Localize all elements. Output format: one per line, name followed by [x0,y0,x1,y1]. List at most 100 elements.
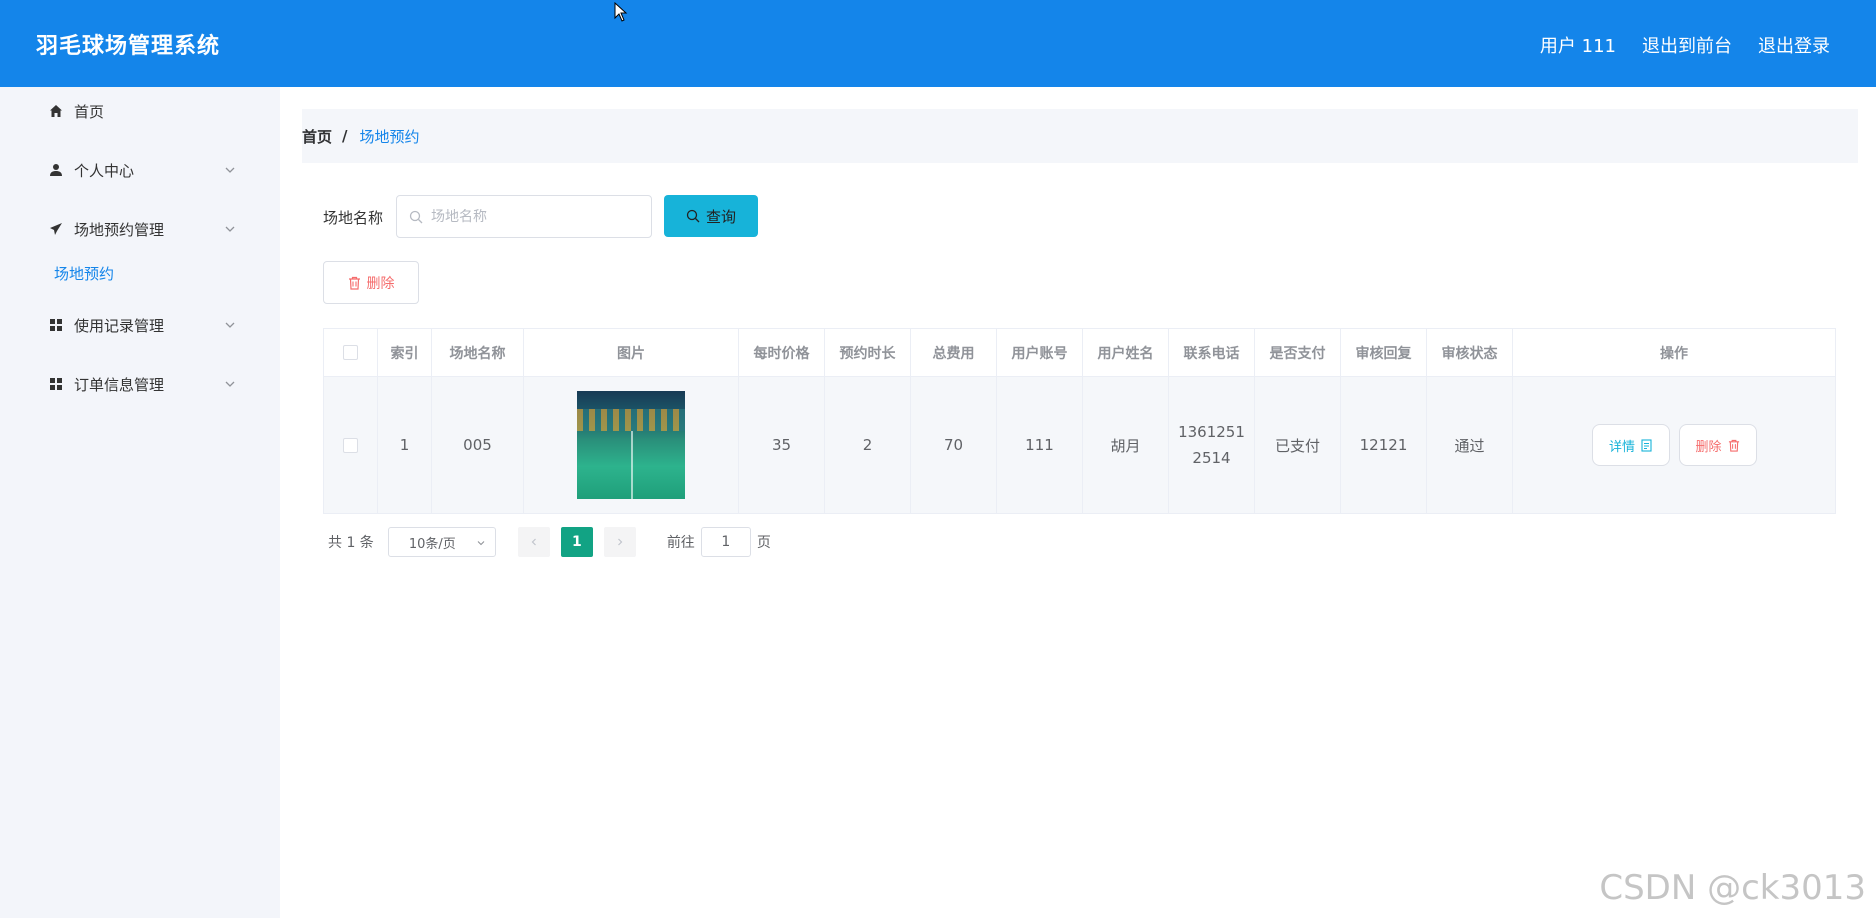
top-header: 羽毛球场管理系统 用户 111 退出到前台 退出登录 [0,0,1876,87]
sidebar-item-label: 场地预约管理 [74,220,165,239]
search-icon [409,210,423,223]
bulk-delete-button[interactable]: 删除 [323,261,419,304]
goto-input-wrapper[interactable] [700,527,751,557]
page-number-button[interactable]: 1 [560,527,593,557]
row-select-cell [324,377,378,513]
chevron-right-icon [617,538,623,546]
goto-page-input[interactable] [705,534,746,550]
row-checkbox[interactable] [343,437,358,453]
cell-review-reply: 12121 [1341,377,1427,513]
prev-page-button[interactable] [517,527,550,557]
sidebar-item-venue-booking-management[interactable]: 场地预约管理 [48,209,238,249]
breadcrumb-home[interactable]: 首页 [302,126,332,147]
cell-index: 1 [378,377,432,513]
cell-phone: 1361251 2514 [1169,377,1255,513]
cell-duration: 2 [825,377,911,513]
cell-payment-status: 已支付 [1255,377,1341,513]
column-header[interactable]: 场地名称 [432,329,524,376]
trash-icon [1728,439,1739,452]
breadcrumb: 首页 / 场地预约 [302,109,1858,163]
cell-image [524,377,739,513]
cell-user-name: 胡月 [1083,377,1169,513]
page-size-value: 10条/页 [408,536,456,552]
detail-button-label: 详情 [1608,439,1635,455]
sidebar-item-label: 个人中心 [74,161,135,180]
row-delete-label: 删除 [1695,439,1722,455]
page-size-select[interactable]: 10条/页 [387,527,496,557]
app-title: 羽毛球场管理系统 [36,34,221,59]
phone-line-2: 2514 [1192,449,1231,467]
sidebar: 首页 个人中心 场地预约管理 场地预约 使用记录管理 订单信息管理 [0,87,280,918]
sidebar-item-home[interactable]: 首页 [48,91,238,131]
venue-photo[interactable] [577,391,685,499]
trash-icon [348,276,360,290]
query-button[interactable]: 查询 [664,195,758,237]
home-icon [48,103,64,119]
cell-user-account: 111 [997,377,1083,513]
chevron-down-icon [477,541,485,546]
cell-hourly-price: 35 [739,377,825,513]
page-suffix: 页 [756,535,771,551]
column-header[interactable]: 总费用 [911,329,997,376]
sidebar-item-label: 首页 [74,102,105,121]
next-page-button[interactable] [603,527,636,557]
pagination: 共 1 条 10条/页 1 前往 页 [328,527,771,557]
document-icon [1641,438,1652,452]
mouse-cursor-icon [614,2,628,22]
chevron-down-icon [225,167,235,173]
logout-link[interactable]: 退出登录 [1758,32,1830,58]
search-icon [686,209,700,223]
current-user-label[interactable]: 用户 111 [1540,32,1616,58]
phone-line-1: 1361251 [1178,423,1245,441]
column-header: 操作 [1660,345,1688,362]
table-row[interactable]: 1 005 35 2 70 111 胡月 1361251 2514 已支付 12… [324,377,1835,513]
sidebar-subitem-venue-booking[interactable]: 场地预约 [54,263,114,284]
column-header[interactable]: 是否支付 [1255,329,1341,376]
row-delete-button[interactable]: 删除 [1678,424,1757,466]
column-header[interactable]: 图片 [524,329,739,376]
sidebar-item-usage-record-management[interactable]: 使用记录管理 [48,305,238,345]
chevron-down-icon [225,226,235,232]
chevron-down-icon [225,381,235,387]
select-all-checkbox[interactable] [343,345,358,360]
sidebar-item-label: 使用记录管理 [74,316,165,335]
column-header[interactable]: 审核回复 [1341,329,1427,376]
cell-total-cost: 70 [911,377,997,513]
search-input-wrapper[interactable] [396,195,652,238]
query-button-label: 查询 [705,207,736,226]
column-header[interactable]: 联系电话 [1169,329,1255,376]
paper-plane-icon [48,221,64,237]
column-header[interactable]: 每时价格 [739,329,825,376]
goto-label: 前往 [666,535,695,551]
column-header[interactable]: 预约时长 [825,329,911,376]
column-header[interactable]: 用户账号 [997,329,1083,376]
search-input[interactable] [431,208,631,225]
bulk-delete-label: 删除 [366,275,395,292]
cell-review-status: 通过 [1427,377,1513,513]
chevron-left-icon [531,538,536,546]
watermark: CSDN @ck3013 [1599,868,1866,908]
sidebar-item-label: 订单信息管理 [74,375,165,394]
breadcrumb-current: 场地预约 [359,127,420,146]
booking-table: 索引 场地名称 图片 每时价格 预约时长 总费用 用户账号 用户姓名 联系电话 … [323,328,1836,514]
search-label: 场地名称 [323,209,384,227]
sidebar-item-personal-center[interactable]: 个人中心 [48,150,238,190]
exit-to-front-link[interactable]: 退出到前台 [1642,32,1732,58]
table-header-row: 索引 场地名称 图片 每时价格 预约时长 总费用 用户账号 用户姓名 联系电话 … [324,329,1835,377]
grid-icon [48,376,64,392]
chevron-down-icon [225,322,235,328]
column-header[interactable]: 用户姓名 [1083,329,1169,376]
header-select-all-cell [324,329,378,376]
sidebar-item-order-info-management[interactable]: 订单信息管理 [48,364,238,404]
pagination-total: 共 1 条 [328,535,374,551]
cell-venue-name: 005 [432,377,524,513]
cell-actions: 详情 删除 [1513,377,1835,513]
column-header[interactable]: 审核状态 [1427,329,1513,376]
user-icon [48,162,64,178]
grid-icon [48,317,64,333]
column-header[interactable]: 索引 [378,329,432,376]
breadcrumb-separator: / [342,127,348,145]
header-actions: 用户 111 退出到前台 退出登录 [1540,32,1830,58]
detail-button[interactable]: 详情 [1591,424,1670,466]
main-content: 首页 / 场地预约 场地名称 查询 删除 索引 场地名称 图片 每时价格 预约时… [280,87,1876,918]
